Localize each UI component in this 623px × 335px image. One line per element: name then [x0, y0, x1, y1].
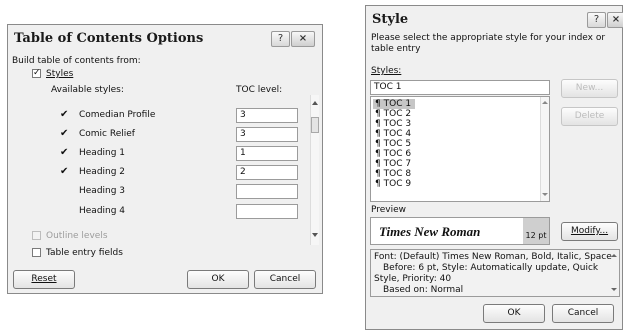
style-row-name: Heading 1	[79, 148, 126, 158]
styles-scrollbar[interactable]	[310, 95, 319, 245]
build-from-label: Build table of contents from:	[12, 56, 141, 66]
style-instruction: Please select the appropriate style for …	[371, 33, 606, 54]
description-line: Based on: Normal	[383, 285, 464, 295]
reset-button-label: Reset	[31, 274, 57, 284]
toc-options-dialog: Table of Contents Options ? × Build tabl…	[7, 24, 323, 294]
available-styles-header: Available styles:	[51, 85, 124, 95]
list-item[interactable]: ¶ TOC 5	[375, 139, 411, 149]
scroll-down-icon[interactable]	[312, 233, 318, 237]
style-row-name: Heading 2	[79, 167, 126, 177]
style-cancel-button[interactable]: Cancel	[552, 304, 614, 323]
modify-button-label: Modify...	[570, 226, 609, 236]
style-dialog-title: Style	[372, 12, 409, 27]
list-item-label: TOC 3	[383, 119, 412, 129]
outline-levels-label: Outline levels	[46, 231, 108, 241]
check-icon: ✔	[60, 109, 69, 120]
list-item[interactable]: ¶ TOC 7	[375, 159, 411, 169]
list-item-label: TOC 2	[383, 109, 412, 119]
style-name-input[interactable]: TOC 1	[370, 80, 550, 95]
check-icon: ✔	[60, 147, 69, 158]
toc-level-field[interactable]	[236, 204, 298, 219]
style-description: Font: (Default) Times New Roman, Bold, I…	[370, 249, 620, 297]
pilcrow-icon: ¶	[375, 179, 381, 189]
list-item[interactable]: ¶ TOC 8	[375, 169, 411, 179]
delete-style-button[interactable]: Delete	[561, 107, 618, 126]
style-row-name: Heading 3	[79, 186, 126, 196]
preview-font-sample: Times New Roman	[379, 224, 481, 239]
styles-list[interactable]: ¶ TOC 1 ¶ TOC 2 ¶ TOC 3 ¶ TOC 4 ¶ TOC 5 …	[370, 96, 550, 202]
list-item-label: TOC 6	[383, 149, 412, 159]
table-entry-fields-label: Table entry fields	[46, 248, 123, 258]
styles-checkbox[interactable]: ✓	[32, 69, 41, 78]
preview-size: 12 pt	[523, 218, 549, 244]
list-item-label: TOC 8	[383, 169, 412, 179]
table-entry-fields-checkbox[interactable]	[32, 248, 41, 257]
reset-button[interactable]: Reset	[13, 270, 75, 289]
style-close-button[interactable]: ×	[607, 12, 623, 28]
description-line: Before: 6 pt, Style: Automatically updat…	[383, 263, 599, 273]
toc-level-field[interactable]	[236, 184, 298, 199]
pilcrow-icon: ¶	[375, 159, 381, 169]
new-style-button[interactable]: New...	[561, 79, 618, 98]
list-item[interactable]: ¶ TOC 1	[373, 99, 416, 109]
scroll-up-icon[interactable]	[312, 101, 318, 105]
pilcrow-icon: ¶	[375, 109, 381, 119]
check-icon: ✔	[60, 128, 69, 139]
style-help-button[interactable]: ?	[587, 12, 606, 28]
description-line: Font: (Default) Times New Roman, Bold, I…	[374, 252, 612, 262]
scrollbar-thumb[interactable]	[311, 117, 319, 133]
list-item[interactable]: ¶ TOC 9	[375, 179, 411, 189]
toc-ok-button[interactable]: OK	[187, 270, 249, 289]
scroll-up-icon[interactable]	[542, 101, 548, 104]
pilcrow-icon: ¶	[375, 169, 381, 179]
list-item[interactable]: ¶ TOC 4	[375, 129, 411, 139]
pilcrow-icon: ¶	[375, 139, 381, 149]
scroll-up-icon[interactable]	[611, 254, 617, 257]
list-item-label: TOC 7	[383, 159, 412, 169]
preview-label: Preview	[371, 205, 407, 215]
styles-list-scrollbar[interactable]	[540, 97, 549, 201]
scroll-down-icon[interactable]	[611, 288, 617, 291]
style-ok-button[interactable]: OK	[483, 304, 545, 323]
list-item[interactable]: ¶ TOC 6	[375, 149, 411, 159]
list-item[interactable]: ¶ TOC 3	[375, 119, 411, 129]
styles-checkbox-label: Styles	[46, 69, 74, 79]
list-item-label: TOC 5	[383, 139, 412, 149]
toc-help-button[interactable]: ?	[271, 31, 290, 47]
toc-level-field[interactable]: 1	[236, 146, 298, 161]
check-icon: ✔	[60, 166, 69, 177]
style-row-name: Comic Relief	[79, 129, 135, 139]
style-row-name: Comedian Profile	[79, 110, 156, 120]
list-item-label: TOC 4	[383, 129, 412, 139]
pilcrow-icon: ¶	[375, 119, 381, 129]
style-row-name: Heading 4	[79, 206, 126, 216]
pilcrow-icon: ¶	[375, 99, 381, 109]
style-dialog: Style ? × Please select the appropriate …	[365, 5, 623, 330]
list-item-label: TOC 9	[383, 179, 412, 189]
pilcrow-icon: ¶	[375, 129, 381, 139]
toc-dialog-title: Table of Contents Options	[14, 31, 204, 46]
toc-level-field[interactable]: 3	[236, 108, 298, 123]
outline-levels-checkbox[interactable]	[32, 231, 41, 240]
style-preview: Times New Roman 12 pt	[370, 217, 550, 245]
toc-level-field[interactable]: 2	[236, 165, 298, 180]
styles-label: Styles:	[371, 66, 402, 76]
modify-button[interactable]: Modify...	[561, 222, 618, 241]
check-icon: ✓	[33, 68, 41, 78]
toc-close-button[interactable]: ×	[291, 31, 315, 47]
pilcrow-icon: ¶	[375, 149, 381, 159]
toc-level-header: TOC level:	[236, 85, 283, 95]
scroll-down-icon[interactable]	[542, 193, 548, 196]
list-item[interactable]: ¶ TOC 2	[375, 109, 411, 119]
toc-level-field[interactable]: 3	[236, 127, 298, 142]
list-item-label: TOC 1	[383, 99, 412, 109]
description-line: Style, Priority: 40	[374, 274, 452, 284]
toc-cancel-button[interactable]: Cancel	[254, 270, 316, 289]
